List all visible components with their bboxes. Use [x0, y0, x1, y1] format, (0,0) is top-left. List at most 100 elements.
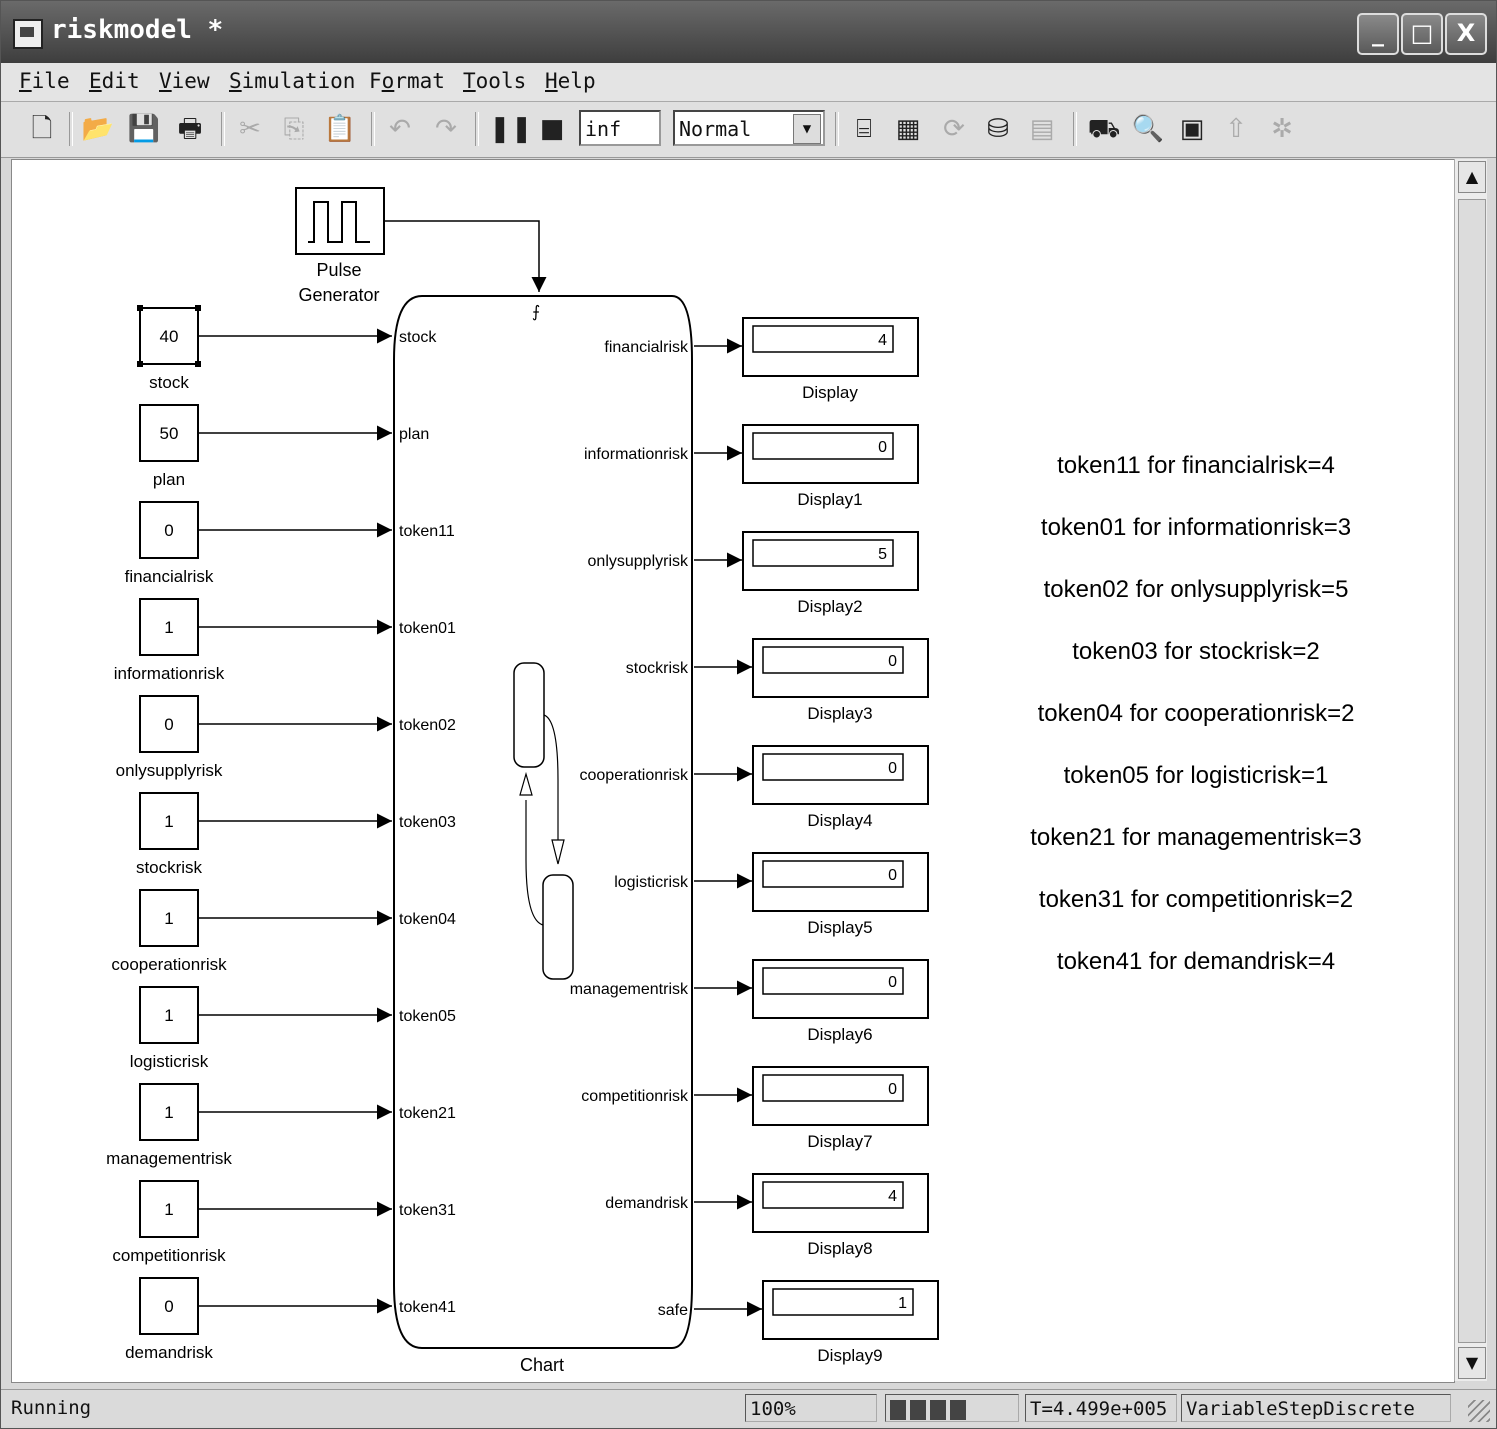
maximize-button[interactable]: □	[1401, 13, 1443, 55]
constant-block-demandrisk[interactable]: 0 demandrisk	[125, 1277, 392, 1362]
display-block-Display6[interactable]: 0 Display6	[694, 959, 929, 1044]
menu-edit[interactable]: Edit	[89, 69, 140, 93]
selection-handle[interactable]	[137, 361, 143, 367]
annotation-text[interactable]: token11 for financialrisk=4	[1057, 452, 1335, 479]
chart-input-port-token02: token02	[399, 717, 456, 734]
display-value: 5	[878, 546, 887, 563]
display-block-Display[interactable]: 4 Display	[694, 317, 919, 402]
annotation-text[interactable]: token41 for demandrisk=4	[1057, 948, 1335, 975]
display-readout	[752, 539, 894, 567]
constant-block-cooperationrisk[interactable]: 1 cooperationrisk	[111, 889, 392, 974]
chart-input-port-token05: token05	[399, 1008, 456, 1025]
constant-value: 40	[160, 327, 179, 346]
scroll-up-icon[interactable]: ▲	[1458, 161, 1486, 193]
selection-handle[interactable]	[137, 305, 143, 311]
constant-label: logisticrisk	[130, 1052, 209, 1071]
chevron-down-icon[interactable]: ▼	[793, 114, 821, 144]
display-block-Display7[interactable]: 0 Display7	[694, 1066, 929, 1151]
menu-format[interactable]: Format	[369, 69, 445, 93]
menu-help[interactable]: Help	[545, 69, 596, 93]
display-block-Display5[interactable]: 0 Display5	[694, 852, 929, 937]
refresh-icon[interactable]: ⟳	[937, 112, 971, 146]
selection-handle[interactable]	[195, 361, 201, 367]
update-icon[interactable]: ▦	[891, 112, 925, 146]
library-browser-icon[interactable]: ▣	[1175, 112, 1209, 146]
simulation-mode-value: Normal	[679, 117, 752, 141]
menu-file[interactable]: File	[19, 69, 70, 93]
open-folder-icon[interactable]: 📂	[81, 112, 115, 146]
pause-icon[interactable]: ❚❚	[489, 112, 533, 146]
constant-value: 1	[164, 618, 173, 637]
go-to-parent-icon[interactable]: ⇧	[1219, 112, 1253, 146]
display-value: 0	[888, 867, 897, 884]
new-file-icon[interactable]: 🗋	[25, 112, 59, 146]
display-label: Display8	[807, 1239, 872, 1258]
display-block-Display1[interactable]: 0 Display1	[694, 424, 919, 509]
save-icon[interactable]: 💾	[127, 112, 161, 146]
constant-value: 1	[164, 1006, 173, 1025]
annotation-text[interactable]: token02 for onlysupplyrisk=5	[1044, 576, 1349, 603]
constant-block-plan[interactable]: 50 plan	[139, 404, 392, 489]
library-icon[interactable]: ▤	[1025, 112, 1059, 146]
trigger-edge-icon: ⨍	[532, 304, 540, 321]
pulse-generator-block[interactable]	[295, 187, 385, 255]
debug-icon[interactable]: ⛁	[981, 112, 1015, 146]
constant-block-managementrisk[interactable]: 1 managementrisk	[106, 1083, 392, 1168]
minimize-button[interactable]: _	[1357, 13, 1399, 55]
toolbar-separator	[475, 112, 479, 146]
display-block-Display2[interactable]: 5 Display2	[694, 531, 919, 616]
paste-icon[interactable]: 📋	[323, 112, 357, 146]
cut-icon[interactable]: ✂	[233, 112, 267, 146]
scroll-thumb[interactable]	[1458, 199, 1486, 1343]
simulation-mode-select[interactable]: Normal ▼	[673, 110, 825, 146]
title-bar[interactable]: riskmodel * _ □ X	[1, 1, 1496, 63]
selection-handle[interactable]	[195, 305, 201, 311]
copy-icon[interactable]: ⎘	[277, 112, 311, 146]
model-explorer-icon[interactable]: ⛟	[1087, 112, 1121, 146]
constant-block-competitionrisk[interactable]: 1 competitionrisk	[112, 1180, 392, 1265]
status-text: Running	[11, 1397, 92, 1419]
progress-segment	[950, 1400, 966, 1420]
menu-tools[interactable]: Tools	[463, 69, 526, 93]
close-button[interactable]: X	[1445, 13, 1487, 55]
redo-icon[interactable]: ↷	[429, 112, 463, 146]
constant-block-informationrisk[interactable]: 1 informationrisk	[114, 598, 392, 683]
chart-output-port-competitionrisk: competitionrisk	[581, 1088, 689, 1105]
undo-icon[interactable]: ↶	[383, 112, 417, 146]
menu-simulation[interactable]: Simulation	[229, 69, 355, 93]
scroll-down-icon[interactable]: ▼	[1458, 1347, 1486, 1379]
display-label: Display7	[807, 1132, 872, 1151]
constant-block-stockrisk[interactable]: 1 stockrisk	[136, 792, 392, 877]
annotation-text[interactable]: token01 for informationrisk=3	[1041, 514, 1351, 541]
constant-block-stock[interactable]: 40 stock	[137, 305, 392, 392]
print-icon[interactable]: 🖶	[173, 112, 207, 146]
constant-block-logisticrisk[interactable]: 1 logisticrisk	[130, 986, 392, 1071]
find-icon[interactable]: 🔍	[1131, 112, 1165, 146]
annotation-text[interactable]: token21 for managementrisk=3	[1030, 824, 1362, 851]
settings-icon[interactable]: ✲	[1265, 112, 1299, 146]
annotation-text[interactable]: token31 for competitionrisk=2	[1039, 886, 1353, 913]
constant-block-onlysupplyrisk[interactable]: 0 onlysupplyrisk	[116, 695, 392, 780]
display-block-Display9[interactable]: 1 Display9	[694, 1280, 939, 1365]
menu-view[interactable]: View	[159, 69, 210, 93]
constant-label: demandrisk	[125, 1343, 213, 1362]
display-block-Display8[interactable]: 4 Display8	[694, 1173, 929, 1258]
display-block-Display3[interactable]: 0 Display3	[694, 638, 929, 723]
constant-value: 0	[164, 521, 173, 540]
constant-block-financialrisk[interactable]: 0 financialrisk	[125, 501, 392, 586]
resize-grip-icon[interactable]	[1468, 1400, 1490, 1422]
build-icon[interactable]: ⌸	[847, 112, 881, 146]
annotation-text[interactable]: token04 for cooperationrisk=2	[1038, 700, 1355, 727]
display-block-Display4[interactable]: 0 Display4	[694, 745, 929, 830]
chart-output-port-safe: safe	[658, 1302, 688, 1319]
constant-label: informationrisk	[114, 664, 225, 683]
block-diagram[interactable]: Pulse Generator Chart ⨍ stock plan token11 tok…	[12, 160, 1454, 1382]
annotation-text[interactable]: token05 for logisticrisk=1	[1064, 762, 1329, 789]
annotation-text[interactable]: token03 for stockrisk=2	[1072, 638, 1319, 665]
model-canvas[interactable]: Pulse Generator Chart ⨍ stock plan token11 tok…	[11, 159, 1455, 1383]
stop-icon[interactable]: ■	[535, 112, 569, 146]
vertical-scrollbar[interactable]: ▲ ▼	[1454, 159, 1487, 1381]
chart-input-port-token31: token31	[399, 1202, 456, 1219]
display-value: 0	[888, 974, 897, 991]
stop-time-input[interactable]: inf	[579, 110, 661, 146]
